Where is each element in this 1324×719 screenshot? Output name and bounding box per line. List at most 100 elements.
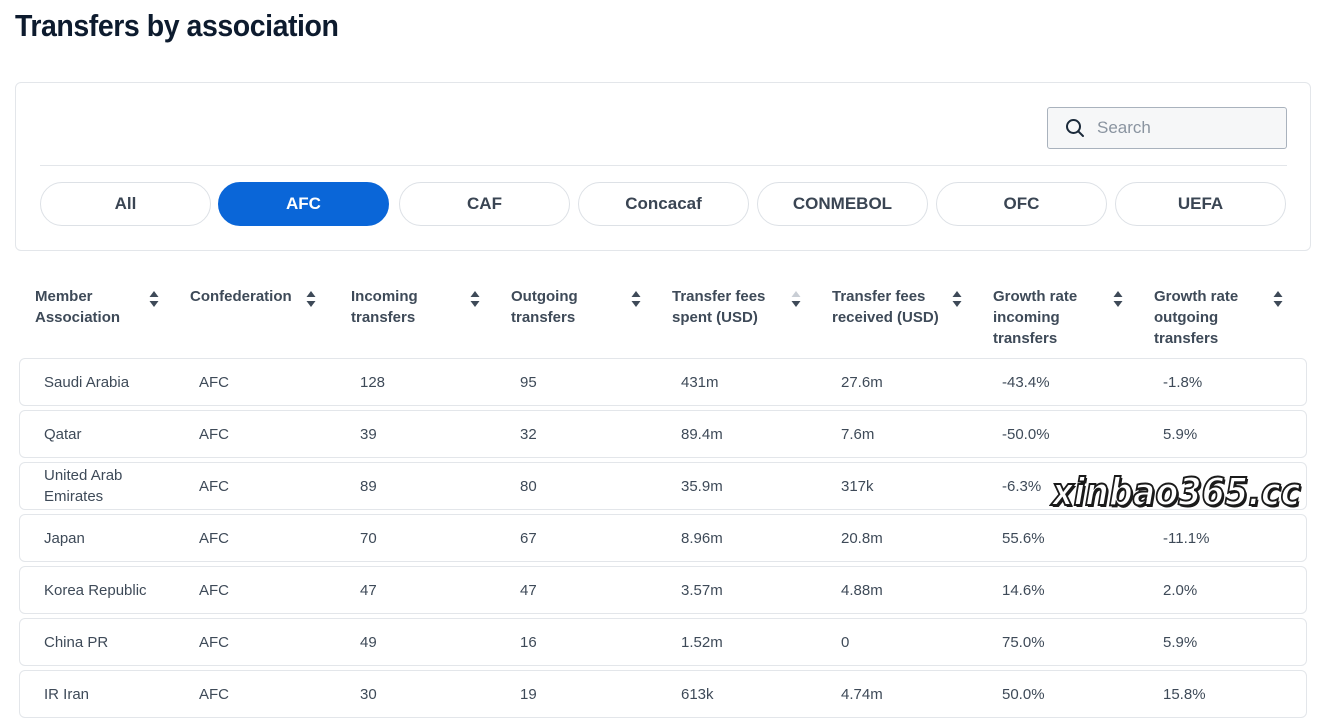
- table-row[interactable]: Saudi Arabia AFC 128 95 431m 27.6m -43.4% -1.8%: [19, 358, 1307, 406]
- table-cell: 30: [360, 685, 377, 703]
- table-cell: -43.4%: [1002, 373, 1050, 391]
- table-cell: AFC: [199, 633, 229, 651]
- table-cell: AFC: [199, 581, 229, 599]
- table-cell: 89.4m: [681, 425, 723, 443]
- table-row[interactable]: Japan AFC 70 67 8.96m 20.8m 55.6% -11.1%: [19, 514, 1307, 562]
- table-cell: -50.0%: [1002, 425, 1050, 443]
- table-cell: 5.9%: [1163, 633, 1198, 651]
- sort-icon[interactable]: [470, 290, 480, 308]
- table-cell: -6.3%: [1002, 477, 1042, 495]
- tab-ofc[interactable]: OFC: [936, 182, 1107, 226]
- tab-conmebol[interactable]: CONMEBOL: [757, 182, 928, 226]
- column-header-label: Member Association: [35, 288, 121, 326]
- table-cell: 49: [360, 633, 377, 651]
- confederation-tabs: All AFC CAF Concacaf CONMEBOL OFC UEFA: [40, 182, 1288, 226]
- tab-afc[interactable]: AFC: [218, 182, 389, 226]
- table-row[interactable]: Qatar AFC 39 32 89.4m 7.6m -50.0% 5.9%: [19, 410, 1307, 458]
- table-cell: 35.9m: [681, 477, 723, 495]
- sort-icon[interactable]: [1273, 290, 1283, 308]
- sort-icon[interactable]: [791, 290, 801, 308]
- filter-card: All AFC CAF Concacaf CONMEBOL OFC UEFA: [15, 82, 1311, 251]
- table-cell: 32: [520, 425, 537, 443]
- table-cell: 47: [520, 581, 537, 599]
- table-cell: 2.0%: [1163, 581, 1198, 599]
- column-header[interactable]: Transfer fees spent (USD): [672, 286, 792, 328]
- table-cell: AFC: [199, 477, 229, 495]
- sort-icon[interactable]: [631, 290, 641, 308]
- table-cell: 50.0%: [1002, 685, 1045, 703]
- member-association-cell: IR Iran: [44, 685, 90, 703]
- table-cell: 431m: [681, 373, 719, 391]
- table-cell: -11.1%: [1163, 529, 1210, 547]
- member-association-cell: Korea Republic: [44, 581, 147, 599]
- table-cell: AFC: [199, 529, 229, 547]
- table-cell: 89: [360, 477, 377, 495]
- column-header[interactable]: Outgoing transfers: [511, 286, 631, 328]
- member-association-cell: China PR: [44, 633, 109, 651]
- column-header-label: Incoming transfers: [351, 288, 418, 326]
- tab-all[interactable]: All: [40, 182, 211, 226]
- column-header[interactable]: Incoming transfers: [351, 286, 471, 328]
- table-cell: 15.8%: [1163, 685, 1206, 703]
- sort-icon[interactable]: [1113, 290, 1123, 308]
- column-header[interactable]: Transfer fees received (USD): [832, 286, 952, 328]
- page-title: Transfers by association: [15, 8, 339, 43]
- divider: [40, 165, 1287, 166]
- table-cell: 128: [360, 373, 386, 391]
- tab-uefa[interactable]: UEFA: [1115, 182, 1286, 226]
- table-cell: 95: [520, 373, 537, 391]
- table-cell: 70: [360, 529, 377, 547]
- table-cell: AFC: [199, 373, 229, 391]
- table-cell: 14.6%: [1002, 581, 1045, 599]
- column-header-label: Growth rate incoming transfers: [993, 288, 1078, 347]
- table-cell: 39: [360, 425, 377, 443]
- table-cell: 55.6%: [1002, 529, 1045, 547]
- table-header: Member Association Confederation Incoming …: [19, 286, 1307, 356]
- table-cell: AFC: [199, 685, 229, 703]
- table-cell: 4.74m: [841, 685, 883, 703]
- table-cell: 67: [520, 529, 537, 547]
- table-cell: 317k: [841, 477, 874, 495]
- column-header[interactable]: Growth rate incoming transfers: [993, 286, 1113, 349]
- member-association-cell: Saudi Arabia: [44, 373, 130, 391]
- table-cell: 80: [520, 477, 537, 495]
- table-cell: -1.8%: [1163, 373, 1203, 391]
- table-cell: 27.6m: [841, 373, 883, 391]
- table-cell: 0: [841, 633, 850, 651]
- table-cell: 613k: [681, 685, 714, 703]
- column-header-label: Transfer fees spent (USD): [672, 288, 766, 326]
- member-association-cell: Japan: [44, 529, 85, 547]
- table-row[interactable]: China PR AFC 49 16 1.52m 0 75.0% 5.9%: [19, 618, 1307, 666]
- table-cell: 4.88m: [841, 581, 883, 599]
- table-cell: AFC: [199, 425, 229, 443]
- search-box[interactable]: [1047, 107, 1287, 149]
- table-cell: 20.8m: [841, 529, 883, 547]
- column-header-label: Confederation: [190, 288, 292, 305]
- table-cell: 1.52m: [681, 633, 723, 651]
- table-cell: 47: [360, 581, 377, 599]
- sort-icon[interactable]: [149, 290, 159, 308]
- sort-icon[interactable]: [952, 290, 962, 308]
- column-header[interactable]: Growth rate outgoing transfers: [1154, 286, 1274, 349]
- table-cell: 7.6m: [841, 425, 875, 443]
- table-cell: 75.0%: [1002, 633, 1045, 651]
- member-association-cell: Qatar: [44, 425, 82, 443]
- member-association-cell: United Arab Emirates: [44, 467, 123, 505]
- column-header-label: Outgoing transfers: [511, 288, 578, 326]
- column-header[interactable]: Member Association: [35, 286, 155, 328]
- tab-caf[interactable]: CAF: [399, 182, 570, 226]
- table-cell: 19: [520, 685, 537, 703]
- search-icon: [1065, 118, 1085, 138]
- column-header-label: Transfer fees received (USD): [832, 288, 939, 326]
- watermark: xinbao365.cc: [1051, 469, 1301, 515]
- table-cell: 3.57m: [681, 581, 723, 599]
- column-header[interactable]: Confederation: [190, 286, 310, 307]
- table-row[interactable]: Korea Republic AFC 47 47 3.57m 4.88m 14.6% 2.0%: [19, 566, 1307, 614]
- tab-concacaf[interactable]: Concacaf: [578, 182, 749, 226]
- table-cell: 5.9%: [1163, 425, 1198, 443]
- sort-icon[interactable]: [306, 290, 316, 308]
- table-cell: 16: [520, 633, 537, 651]
- table-row[interactable]: IR Iran AFC 30 19 613k 4.74m 50.0% 15.8%: [19, 670, 1307, 718]
- table-cell: 8.96m: [681, 529, 723, 547]
- search-input[interactable]: [1097, 108, 1277, 148]
